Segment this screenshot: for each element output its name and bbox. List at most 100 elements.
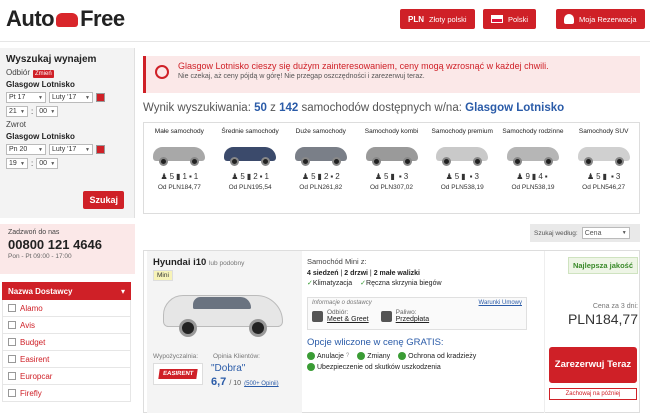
category-price: Od PLN184,77 (157, 184, 201, 191)
category-price: Od PLN307,02 (370, 184, 414, 191)
category-card[interactable]: Samochody rodzinne ♟ 9 ▮ 4 ▪ Od PLN538,19 (498, 123, 569, 213)
pickup-month-select[interactable]: Luty '17 ▼ (49, 92, 93, 103)
category-specs: ♟ 9 ▮ 4 ▪ (516, 172, 549, 181)
inc-damage-label: Ubezpieczenie od skutków uszkodzenia (317, 363, 441, 371)
provider-item[interactable]: Easirent (2, 351, 131, 368)
wheel-shape (371, 157, 381, 166)
wheel-shape (179, 319, 197, 337)
pickup-day-select[interactable]: Pt 17 ▼ (6, 92, 46, 103)
return-day-select[interactable]: Pn 20 ▼ (6, 144, 46, 155)
category-card[interactable]: Średnie samochody ♟ 5 ▮ 2 ▪ 1 Od PLN195,54 (215, 123, 286, 213)
language-button[interactable]: Polski (483, 9, 537, 29)
sort-value: Cena (584, 229, 602, 237)
my-booking-label: Moja Rezerwacja (579, 14, 637, 24)
suitcase-icon: ▮ (531, 172, 537, 181)
pickup-minute-select[interactable]: 00 ▼ (36, 106, 59, 117)
car-image[interactable] (163, 283, 283, 338)
my-booking-button[interactable]: Moja Rezerwacja (556, 9, 645, 29)
return-location[interactable]: Glasgow Lotnisko (6, 132, 128, 141)
category-price: Od PLN546,27 (582, 184, 626, 191)
fuel-value[interactable]: Przedpłata (396, 316, 429, 323)
checkbox[interactable] (8, 304, 16, 312)
provider-item[interactable]: Alamo (2, 300, 131, 317)
small-bags-count: 1 (264, 172, 269, 181)
small-bags-count: 3 (474, 172, 479, 181)
checkbox[interactable] (8, 321, 16, 329)
rating-score: 6,7 / 10 (500+ Opinii) (211, 376, 279, 388)
category-car-image (151, 141, 207, 167)
return-minute-select[interactable]: 00 ▼ (36, 158, 59, 169)
results-prefix: Wynik wyszukiwania: (143, 102, 251, 114)
category-name: Duże samochody (295, 128, 346, 135)
inc-changes: Zmiany (357, 352, 390, 360)
return-hour-value: 19 (9, 160, 17, 167)
category-card[interactable]: Samochody kombi ♟ 5 ▮ ▪ 3 Od PLN307,02 (356, 123, 427, 213)
terms-link[interactable]: Warunki Umowy (479, 300, 522, 306)
change-badge[interactable]: Zmień (33, 70, 54, 78)
save-for-later-button[interactable]: Zachowaj na później (549, 388, 637, 400)
category-card[interactable]: Małe samochody ♟ 5 ▮ 1 ▪ 1 Od PLN184,77 (144, 123, 215, 213)
provider-item[interactable]: Europcar (2, 368, 131, 385)
price-value: PLN184,77 (567, 311, 638, 327)
return-hour-select[interactable]: 19 ▼ (6, 158, 28, 169)
alert-line-1: Glasgow Lotnisko cieszy się dużym zainte… (178, 61, 549, 71)
category-card[interactable]: Samochody SUV ♟ 5 ▮ ▪ 3 Od PLN546,27 (568, 123, 639, 213)
sort-select[interactable]: Cena ▼ (581, 227, 630, 239)
checkbox[interactable] (8, 389, 16, 397)
pickup-key: Odbiór: (327, 309, 349, 316)
provider-filter-header[interactable]: Nazwa Dostawcy ▾ (2, 282, 131, 300)
info-icon[interactable]: ? (346, 353, 349, 359)
provider-item[interactable]: Avis (2, 317, 131, 334)
person-icon: ♟ (160, 172, 168, 181)
provider-item[interactable]: Budget (2, 334, 131, 351)
currency-button[interactable]: PLN Złoty polski (400, 9, 475, 29)
header: Auto Free PLN Złoty polski Polski Moja R… (0, 0, 650, 42)
checkbox[interactable] (8, 372, 16, 380)
category-name: Samochody rodzinne (502, 128, 564, 135)
return-month-select[interactable]: Luty '17 ▼ (49, 144, 93, 155)
search-panel: Wyszukaj wynajem Odbiór Zmień Glasgow Lot… (0, 48, 135, 218)
category-card[interactable]: Samochody premium ♟ 5 ▮ ▪ 3 Od PLN538,19 (427, 123, 498, 213)
wheel-shape (473, 157, 483, 166)
big-bags-count: 1 (182, 172, 187, 181)
bag-icon: ▪ (544, 172, 548, 181)
small-bags-count: 1 (193, 172, 199, 181)
calendar-icon[interactable] (96, 93, 105, 102)
inc-cancellation: Anulacje? (307, 352, 349, 360)
results-total: 142 (279, 102, 299, 114)
price-label: Cena za 3 dni: (592, 303, 638, 310)
checkbox[interactable] (8, 338, 16, 346)
pickup-location[interactable]: Glasgow Lotnisko (6, 80, 128, 89)
user-icon (564, 14, 574, 24)
book-now-button[interactable]: Zarezerwuj Teraz (549, 347, 637, 383)
pickup-label: Odbiór (6, 68, 31, 77)
checkbox[interactable] (8, 355, 16, 363)
person-icon: ♟ (445, 172, 453, 181)
provider-item[interactable]: Firefly (2, 385, 131, 402)
category-card[interactable]: Duże samochody ♟ 5 ▮ 2 ▪ 2 Od PLN261,82 (285, 123, 356, 213)
calendar-icon[interactable] (96, 145, 105, 154)
results-summary: Wynik wyszukiwania: 50 z 142 samochodów … (143, 102, 564, 114)
search-title: Wyszukaj wynajem (6, 54, 97, 65)
logo[interactable]: Auto Free (6, 6, 125, 32)
car-window-shape (193, 297, 251, 309)
category-car-image (505, 141, 561, 167)
car-logo-icon (56, 13, 79, 27)
check-circle-icon (307, 363, 315, 371)
reviews-link[interactable]: (500+ Opinii) (244, 381, 279, 387)
category-specs: ♟ 5 ▮ 2 ▪ 1 (231, 172, 269, 181)
category-price: Od PLN195,54 (228, 184, 272, 191)
chevron-down-icon: ▼ (38, 146, 43, 153)
pickup-value[interactable]: Meet & Greet (327, 316, 369, 323)
phone-number[interactable]: 00800 121 4646 (8, 237, 127, 252)
polish-flag-icon (491, 15, 503, 23)
search-button[interactable]: Szukaj (83, 191, 124, 209)
small-bags-count: 3 (615, 172, 621, 181)
language-label: Polski (508, 14, 529, 24)
pickup-hour-value: 21 (9, 108, 17, 115)
small-bags-count: 3 (403, 172, 409, 181)
provider-label: Avis (20, 320, 35, 330)
car-type-line: Samochód Mini z: (307, 257, 367, 266)
fuel-key: Paliwo: (395, 309, 417, 316)
pickup-hour-select[interactable]: 21 ▼ (6, 106, 28, 117)
